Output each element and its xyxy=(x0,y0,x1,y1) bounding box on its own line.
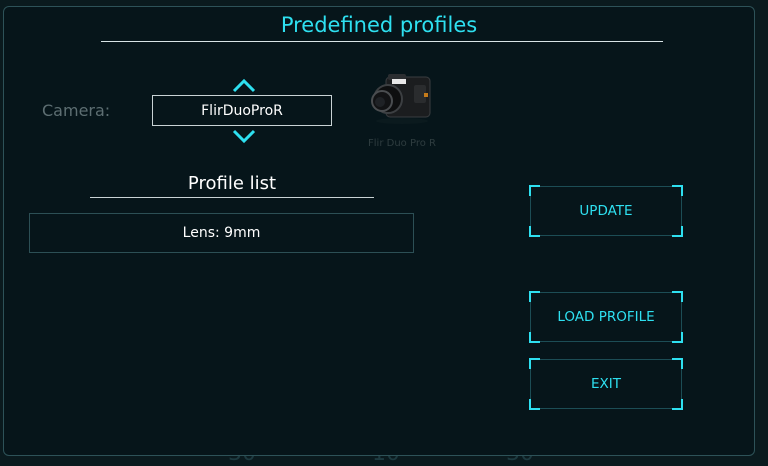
corner-accent xyxy=(672,291,683,302)
corner-accent xyxy=(672,226,683,237)
corner-accent xyxy=(672,358,683,369)
corner-accent xyxy=(529,185,540,196)
load-profile-button-label: LOAD PROFILE xyxy=(557,309,655,325)
corner-accent xyxy=(672,332,683,343)
camera-image-caption: Flir Duo Pro R xyxy=(368,138,436,149)
update-button[interactable]: UPDATE xyxy=(529,185,683,237)
dialog-title: Predefined profiles xyxy=(280,13,478,37)
predefined-profiles-dialog: Predefined profiles Camera: FlirDuoProR … xyxy=(3,6,755,456)
profile-list-divider xyxy=(90,197,374,198)
camera-label: Camera: xyxy=(42,101,111,120)
corner-accent xyxy=(529,332,540,343)
camera-image xyxy=(371,74,431,124)
profile-list-title: Profile list xyxy=(187,173,277,194)
profile-list-item[interactable]: Lens: 9mm xyxy=(29,213,414,253)
title-divider xyxy=(101,41,663,42)
camera-selector[interactable]: FlirDuoProR xyxy=(152,95,332,126)
corner-accent xyxy=(529,399,540,410)
corner-accent xyxy=(529,226,540,237)
load-profile-button[interactable]: LOAD PROFILE xyxy=(529,291,683,343)
camera-previous-arrow-icon[interactable] xyxy=(232,77,256,93)
corner-accent xyxy=(672,185,683,196)
update-button-label: UPDATE xyxy=(579,203,633,219)
corner-accent xyxy=(529,358,540,369)
camera-next-arrow-icon[interactable] xyxy=(232,129,256,145)
exit-button-label: EXIT xyxy=(590,376,621,392)
corner-accent xyxy=(529,291,540,302)
corner-accent xyxy=(672,399,683,410)
exit-button[interactable]: EXIT xyxy=(529,358,683,410)
